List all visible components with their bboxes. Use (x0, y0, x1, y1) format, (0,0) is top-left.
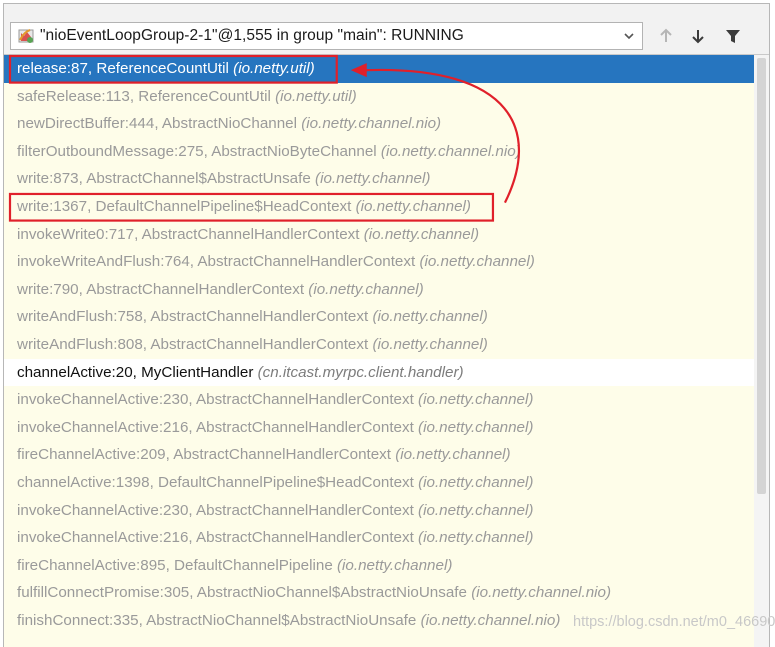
stack-frame-row[interactable]: writeAndFlush:758, AbstractChannelHandle… (4, 303, 754, 331)
stack-frame-row[interactable]: invokeChannelActive:230, AbstractChannel… (4, 497, 754, 525)
frames-panel: "nioEventLoopGroup-2-1"@1,555 in group "… (3, 3, 770, 647)
frame-package: (io.netty.util) (233, 60, 315, 77)
frame-method: channelActive:20, MyClientHandler (17, 363, 254, 381)
stack-frames-list: release:87, ReferenceCountUtil (io.netty… (4, 55, 754, 634)
stack-frame-row[interactable]: filterOutboundMessage:275, AbstractNioBy… (4, 138, 754, 166)
filter-icon[interactable] (724, 27, 742, 45)
stack-frame-row[interactable]: fulfillConnectPromise:305, AbstractNioCh… (4, 579, 754, 607)
stack-frame-row[interactable]: invokeWrite0:717, AbstractChannelHandler… (4, 221, 754, 249)
frame-package: (cn.itcast.myrpc.client.handler) (257, 363, 464, 381)
frame-method: safeRelease:113, ReferenceCountUtil (17, 87, 271, 105)
frame-method: write:1367, DefaultChannelPipeline$HeadC… (17, 197, 352, 215)
stack-frame-row[interactable]: write:790, AbstractChannelHandlerContext… (4, 276, 754, 304)
frame-package: (io.netty.channel) (418, 391, 534, 409)
frame-method: fireChannelActive:209, AbstractChannelHa… (17, 446, 391, 464)
frame-method: fulfillConnectPromise:305, AbstractNioCh… (17, 584, 467, 602)
stack-frame-row[interactable]: channelActive:1398, DefaultChannelPipeli… (4, 469, 754, 497)
stack-frame-row[interactable]: fireChannelActive:895, DefaultChannelPip… (4, 552, 754, 580)
frame-package: (io.netty.channel) (418, 418, 534, 436)
frame-package: (io.netty.channel.nio) (471, 584, 612, 602)
frame-method: invokeChannelActive:216, AbstractChannel… (17, 418, 414, 436)
frame-package: (io.netty.channel.nio) (420, 611, 561, 629)
arrow-down-icon[interactable] (689, 27, 707, 45)
stack-frame-row[interactable]: invokeWriteAndFlush:764, AbstractChannel… (4, 248, 754, 276)
frame-package: (io.netty.channel) (419, 253, 535, 271)
frame-package: (io.netty.channel) (337, 556, 453, 574)
stack-frame-row[interactable]: invokeChannelActive:216, AbstractChannel… (4, 524, 754, 552)
chevron-down-icon[interactable] (622, 29, 636, 43)
stack-frame-row[interactable]: writeAndFlush:808, AbstractChannelHandle… (4, 331, 754, 359)
frame-package: (io.netty.channel.nio) (380, 142, 521, 160)
frame-method: writeAndFlush:758, AbstractChannelHandle… (17, 308, 369, 326)
frame-method: invokeWriteAndFlush:764, AbstractChannel… (17, 253, 416, 271)
frame-method: write:873, AbstractChannel$AbstractUnsaf… (17, 170, 311, 188)
frame-method: release:87, ReferenceCountUtil (17, 60, 229, 77)
stack-frame-row[interactable]: safeRelease:113, ReferenceCountUtil (io.… (4, 83, 754, 111)
stack-frame-row[interactable]: finishConnect:335, AbstractNioChannel$Ab… (4, 607, 754, 635)
frame-package: (io.netty.channel) (372, 308, 488, 326)
frame-method: newDirectBuffer:444, AbstractNioChannel (17, 115, 297, 133)
frame-method: write:790, AbstractChannelHandlerContext (17, 280, 305, 298)
stack-frame-row[interactable]: invokeChannelActive:216, AbstractChannel… (4, 414, 754, 442)
thread-running-icon (18, 29, 34, 43)
debugger-toolbar: "nioEventLoopGroup-2-1"@1,555 in group "… (4, 4, 769, 55)
frame-package: (io.netty.channel) (355, 197, 471, 215)
frame-method: writeAndFlush:808, AbstractChannelHandle… (17, 335, 369, 353)
thread-label: "nioEventLoopGroup-2-1"@1,555 in group "… (40, 27, 464, 44)
frame-package: (io.netty.channel) (418, 501, 534, 519)
frame-method: invokeWrite0:717, AbstractChannelHandler… (17, 225, 360, 243)
frame-package: (io.netty.channel.nio) (301, 115, 442, 133)
frame-method: invokeChannelActive:216, AbstractChannel… (17, 529, 414, 547)
frame-method: channelActive:1398, DefaultChannelPipeli… (17, 473, 414, 491)
frame-package: (io.netty.channel) (372, 335, 488, 353)
frame-package: (io.netty.channel) (418, 529, 534, 547)
arrow-up-icon[interactable] (657, 27, 675, 45)
stack-frame-row[interactable]: write:873, AbstractChannel$AbstractUnsaf… (4, 165, 754, 193)
stack-frame-row[interactable]: fireChannelActive:209, AbstractChannelHa… (4, 441, 754, 469)
frame-method: filterOutboundMessage:275, AbstractNioBy… (17, 142, 377, 160)
stack-frame-row[interactable]: channelActive:20, MyClientHandler (cn.it… (4, 358, 754, 387)
frame-package: (io.netty.channel) (363, 225, 480, 243)
frame-package: (io.netty.channel) (315, 170, 431, 188)
vertical-scrollbar[interactable] (754, 55, 769, 647)
frame-package: (io.netty.util) (275, 87, 357, 105)
stack-frame-row[interactable]: newDirectBuffer:444, AbstractNioChannel … (4, 110, 754, 138)
frame-method: fireChannelActive:895, DefaultChannelPip… (17, 556, 333, 574)
stack-frame-row[interactable]: release:87, ReferenceCountUtil (io.netty… (4, 55, 754, 83)
frame-package: (io.netty.channel) (418, 473, 534, 491)
frame-method: invokeChannelActive:230, AbstractChannel… (17, 501, 414, 519)
thread-selector[interactable]: "nioEventLoopGroup-2-1"@1,555 in group "… (10, 22, 643, 50)
frame-method: invokeChannelActive:230, AbstractChannel… (17, 391, 414, 409)
frame-method: finishConnect:335, AbstractNioChannel$Ab… (17, 611, 417, 629)
frame-package: (io.netty.channel) (395, 446, 511, 464)
frame-package: (io.netty.channel) (308, 280, 424, 298)
scrollbar-thumb[interactable] (757, 58, 766, 494)
stack-frame-row[interactable]: invokeChannelActive:230, AbstractChannel… (4, 386, 754, 414)
stack-frame-row[interactable]: write:1367, DefaultChannelPipeline$HeadC… (4, 193, 754, 221)
